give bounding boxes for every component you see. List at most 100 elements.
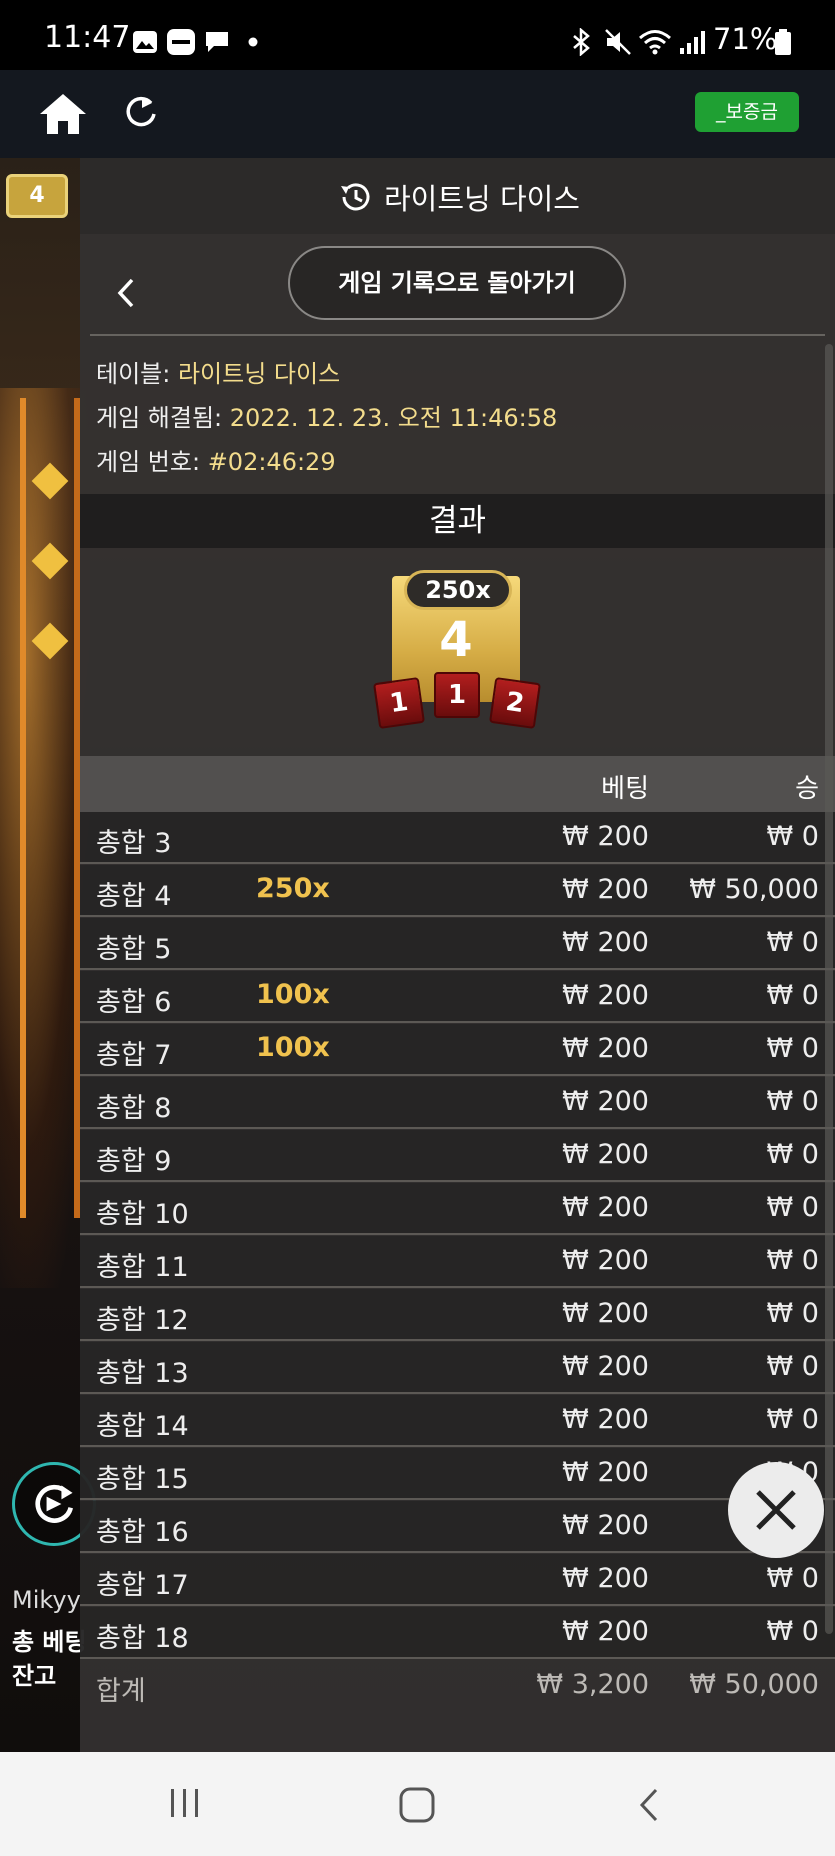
table-row: 총합 10 ₩ 200 ₩ 0 xyxy=(80,1183,835,1235)
recent-result-badge: 4 xyxy=(6,174,68,218)
row-label: 총합 3 xyxy=(96,828,172,859)
row-win: ₩ 0 xyxy=(766,1616,819,1647)
table-row: 총합 5 ₩ 200 ₩ 0 xyxy=(80,918,835,970)
panel-header: 라이트닝 다이스 xyxy=(80,158,835,234)
row-win: ₩ 0 xyxy=(766,1351,819,1382)
panel-title: 라이트닝 다이스 xyxy=(384,182,580,216)
row-win: ₩ 0 xyxy=(766,927,819,958)
signal-icon xyxy=(680,31,705,54)
row-label: 총합 14 xyxy=(96,1411,189,1442)
battery-level: 71% xyxy=(713,22,778,56)
die: 1 xyxy=(434,672,480,718)
history-icon xyxy=(341,183,370,211)
resolved-info: 게임 해결됨: 2022. 12. 23. 오전 11:46:58 xyxy=(96,404,558,432)
die: 2 xyxy=(489,677,541,729)
total-bet: ₩ 3,200 xyxy=(536,1669,649,1700)
row-label: 총합 10 xyxy=(96,1199,189,1230)
row-bet: ₩ 200 xyxy=(562,1245,649,1276)
table-row: 총합 8 ₩ 200 ₩ 0 xyxy=(80,1077,835,1129)
home-nav-icon[interactable] xyxy=(398,1786,436,1824)
table-row: 총합 18 ₩ 200 ₩ 0 xyxy=(80,1607,835,1659)
back-nav-icon[interactable] xyxy=(636,1786,662,1824)
row-multiplier: 100x xyxy=(256,979,330,1010)
back-to-history-button[interactable]: 게임 기록으로 돌아가기 xyxy=(288,246,626,320)
player-name: Mikyy xyxy=(12,1586,81,1614)
row-label: 총합 8 xyxy=(96,1093,172,1124)
row-win: ₩ 0 xyxy=(766,1563,819,1594)
row-bet: ₩ 200 xyxy=(562,1563,649,1594)
lightning-tower xyxy=(20,398,80,1218)
home-icon[interactable] xyxy=(38,92,88,136)
table-row: 총합 17 ₩ 200 ₩ 0 xyxy=(80,1554,835,1606)
table-row: 총합 7 100x ₩ 200 ₩ 0 xyxy=(80,1024,835,1076)
status-time: 11:47 xyxy=(44,20,131,55)
row-label: 총합 4 xyxy=(96,881,172,912)
balance-background: 잔고 xyxy=(12,1662,57,1690)
row-win: ₩ 0 xyxy=(766,1192,819,1223)
notification-dot-icon xyxy=(248,37,258,47)
system-nav-bar xyxy=(0,1752,835,1856)
row-bet: ₩ 200 xyxy=(562,821,649,852)
row-bet: ₩ 200 xyxy=(562,1351,649,1382)
row-bet: ₩ 200 xyxy=(562,1616,649,1647)
table-row: 총합 4 250x ₩ 200 ₩ 50,000 xyxy=(80,865,835,917)
row-multiplier: 250x xyxy=(256,873,330,904)
total-label: 합계 xyxy=(96,1676,146,1707)
table-row: 총합 3 ₩ 200 ₩ 0 xyxy=(80,812,835,864)
scrollbar[interactable] xyxy=(825,344,833,1634)
die: 1 xyxy=(373,677,425,729)
row-win: ₩ 0 xyxy=(766,1139,819,1170)
row-label: 총합 13 xyxy=(96,1358,189,1389)
table-row: 총합 13 ₩ 200 ₩ 0 xyxy=(80,1342,835,1394)
game-number-info: 게임 번호: #02:46:29 xyxy=(96,448,336,476)
table-row: 총합 6 100x ₩ 200 ₩ 0 xyxy=(80,971,835,1023)
result-total: 4 xyxy=(439,612,473,668)
kbank-icon xyxy=(167,29,195,55)
recent-apps-icon[interactable] xyxy=(168,1786,202,1820)
row-bet: ₩ 200 xyxy=(562,1192,649,1223)
bets-table-header: 베팅 승 xyxy=(80,756,835,812)
table-row: 총합 15₩ 200₩ 0 xyxy=(80,1448,835,1500)
row-bet: ₩ 200 xyxy=(562,874,649,905)
row-bet: ₩ 200 xyxy=(562,1086,649,1117)
row-label: 총합 11 xyxy=(96,1252,189,1283)
refresh-icon[interactable] xyxy=(122,94,160,132)
bluetooth-icon xyxy=(573,28,590,56)
row-bet: ₩ 200 xyxy=(562,980,649,1011)
close-icon[interactable] xyxy=(728,1462,824,1558)
total-win: ₩ 50,000 xyxy=(689,1669,819,1700)
row-win: ₩ 0 xyxy=(766,1245,819,1276)
table-info: 테이블: 라이트닝 다이스 xyxy=(96,360,341,388)
row-win: ₩ 0 xyxy=(766,1086,819,1117)
deposit-button[interactable]: _보증금 xyxy=(695,92,799,132)
gallery-icon xyxy=(133,31,157,53)
chevron-left-icon[interactable] xyxy=(114,276,138,310)
game-history-panel: 라이트닝 다이스 게임 기록으로 돌아가기 테이블: 라이트닝 다이스 게임 해… xyxy=(80,158,835,1752)
row-multiplier: 100x xyxy=(256,1032,330,1063)
row-bet: ₩ 200 xyxy=(562,1298,649,1329)
result-heading: 결과 xyxy=(80,494,835,548)
row-bet: ₩ 200 xyxy=(562,1404,649,1435)
wifi-icon xyxy=(639,30,671,55)
row-bet: ₩ 200 xyxy=(562,1139,649,1170)
row-bet: ₩ 200 xyxy=(562,1457,649,1488)
row-win: ₩ 0 xyxy=(766,1033,819,1064)
table-row: 총합 14 ₩ 200 ₩ 0 xyxy=(80,1395,835,1447)
table-row: 총합 16₩ 200₩ 0 xyxy=(80,1501,835,1553)
bet-column-header: 베팅 xyxy=(601,774,649,804)
battery-icon xyxy=(775,29,791,55)
row-win: ₩ 0 xyxy=(766,1298,819,1329)
row-win: ₩ 0 xyxy=(766,821,819,852)
app-top-bar: _보증금 xyxy=(0,70,835,158)
total-bet-background: 총 베팅 xyxy=(12,1628,87,1656)
status-bar: 11:47 71% xyxy=(0,0,835,70)
row-win: ₩ 50,000 xyxy=(689,874,819,905)
row-label: 총합 15 xyxy=(96,1464,189,1495)
row-label: 총합 12 xyxy=(96,1305,189,1336)
divider xyxy=(90,334,825,336)
row-bet: ₩ 200 xyxy=(562,1033,649,1064)
table-row: 총합 12 ₩ 200 ₩ 0 xyxy=(80,1289,835,1341)
row-bet: ₩ 200 xyxy=(562,1510,649,1541)
mute-icon xyxy=(605,29,631,55)
row-label: 총합 9 xyxy=(96,1146,172,1177)
